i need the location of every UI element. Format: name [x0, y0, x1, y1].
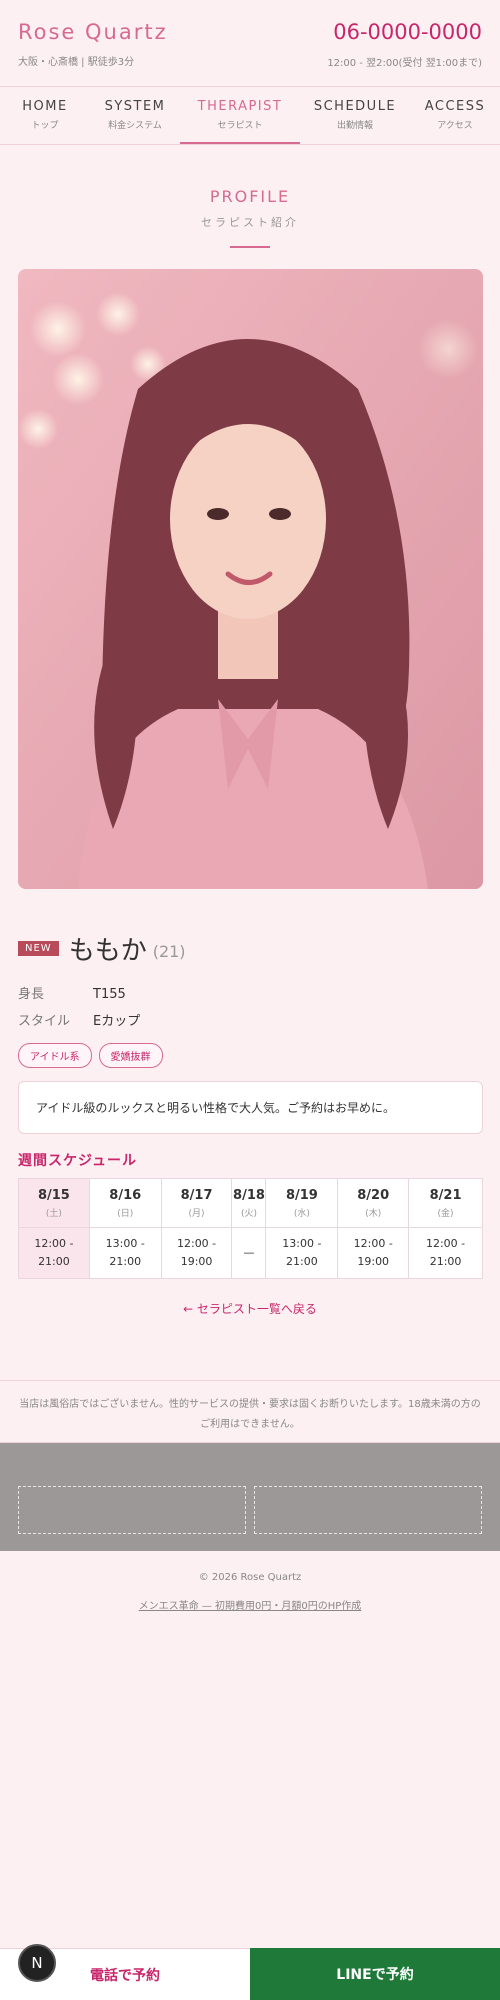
section-title: PROFILE [209, 187, 291, 206]
schedule-day-header: 8/18 (火) [231, 1178, 267, 1228]
schedule-time-cell: 12:00 - 21:00 [18, 1227, 90, 1279]
disclaimer-text: 当店は風俗店ではございません。性的サービスの提供・要求は固くお断りいたします。1… [0, 1380, 500, 1443]
section-header: PROFILE セラピスト紹介 [0, 187, 500, 248]
business-hours: 12:00 - 翌2:00(受付 翌1:00まで) [327, 58, 482, 69]
schedule-day-header: 8/17 (月) [160, 1178, 233, 1228]
schedule-time-cell: 12:00 - 21:00 [408, 1227, 483, 1279]
schedule-date: 8/16 [109, 1187, 142, 1203]
therapist-age: (21) [152, 942, 186, 961]
shift-end: 21:00 [286, 1255, 318, 1268]
copyright: © 2026 Rose Quartz [198, 1572, 302, 1583]
spec-value: Eカップ [93, 1014, 141, 1029]
tag-chip: アイドル系 [18, 1043, 92, 1068]
nav-label: THERAPIST [197, 99, 283, 114]
nav-label: HOME [22, 99, 68, 114]
spec-value: T155 [93, 987, 126, 1002]
schedule-weekday: (金) [437, 1208, 454, 1219]
schedule-header-row: 8/15 (土) 8/16 (日) 8/17 (月) 8/18 (火) 8/19 (水) … [18, 1178, 483, 1228]
tag-list: アイドル系 愛嬌抜群 [18, 1043, 163, 1068]
schedule-day-header: 8/21 (金) [408, 1178, 483, 1228]
profile-name-row: NEW ももか (21) [18, 930, 186, 967]
shift-start: 13:00 - [282, 1237, 322, 1250]
schedule-time-cell: — [231, 1227, 267, 1279]
nav-label: SYSTEM [104, 99, 166, 114]
banner-slot[interactable] [254, 1486, 482, 1534]
portrait-illustration [18, 269, 483, 889]
schedule-table: 8/15 (土) 8/16 (日) 8/17 (月) 8/18 (火) 8/19 (水) … [18, 1178, 483, 1279]
schedule-time-cell: 13:00 - 21:00 [88, 1227, 162, 1279]
banner-area [0, 1443, 500, 1551]
shift-end: 21:00 [109, 1255, 142, 1268]
schedule-time-cell: 12:00 - 19:00 [160, 1227, 233, 1279]
nav-item-home[interactable]: HOME トップ [0, 87, 90, 144]
section-divider [230, 246, 270, 248]
shift-start: 12:00 - [425, 1237, 466, 1250]
section-subtitle: セラピスト紹介 [201, 216, 299, 229]
schedule-date: 8/17 [180, 1187, 213, 1203]
schedule-time-cell: 12:00 - 19:00 [337, 1227, 410, 1279]
nav-sublabel: セラピスト [217, 121, 263, 131]
phone-number[interactable]: 06-0000-0000 [333, 20, 482, 44]
schedule-time-row: 12:00 - 21:00 13:00 - 21:00 12:00 - 19:00 —… [18, 1227, 483, 1279]
schedule-title: 週間スケジュール [18, 1153, 138, 1169]
credit-link[interactable]: メンエス革命 — 初期費用0円・月額0円のHP作成 [0, 1597, 500, 1612]
shift-end: 19:00 [357, 1255, 390, 1268]
schedule-date: 8/18 [233, 1187, 265, 1203]
schedule-day-header: 8/15 (土) [18, 1178, 90, 1228]
schedule-day-header: 8/20 (木) [337, 1178, 410, 1228]
shift-start: 12:00 - [34, 1237, 74, 1250]
nav-label: ACCESS [424, 99, 486, 114]
nav-sublabel: アクセス [437, 121, 473, 131]
spec-row-height: 身長 T155 [18, 983, 126, 1002]
schedule-day-header: 8/16 (日) [88, 1178, 162, 1228]
schedule-weekday: (木) [365, 1208, 382, 1219]
bottom-cta-bar: 電話で予約 LINEで予約 [0, 1948, 500, 2000]
line-reserve-button[interactable]: LINEで予約 [250, 1948, 500, 2000]
shift-start: 12:00 - [353, 1237, 393, 1250]
schedule-time-cell: 13:00 - 21:00 [265, 1227, 339, 1279]
main-nav: HOME トップ SYSTEM 料金システム THERAPIST セラピスト S… [0, 86, 500, 145]
banner-slot[interactable] [18, 1486, 246, 1534]
nav-sublabel: トップ [31, 121, 59, 131]
schedule-weekday: (火) [240, 1208, 257, 1219]
tag-chip: 愛嬌抜群 [98, 1043, 163, 1068]
nav-item-access[interactable]: ACCESS アクセス [410, 87, 500, 144]
back-to-list-link[interactable]: ← セラピスト一覧へ戻る [0, 1300, 500, 1317]
spec-label: 身長 [18, 987, 45, 1002]
nav-item-therapist[interactable]: THERAPIST セラピスト [180, 87, 300, 144]
nav-label: SCHEDULE [313, 99, 397, 114]
schedule-date: 8/20 [357, 1187, 390, 1203]
nav-item-schedule[interactable]: SCHEDULE 出勤情報 [300, 87, 410, 144]
shift-off: — [243, 1246, 255, 1259]
schedule-weekday: (月) [188, 1208, 205, 1219]
shift-end: 21:00 [38, 1255, 70, 1268]
schedule-weekday: (土) [45, 1208, 62, 1219]
schedule-date: 8/19 [285, 1187, 318, 1203]
shift-end: 21:00 [429, 1255, 462, 1268]
schedule-date: 8/21 [429, 1187, 462, 1203]
therapist-photo [18, 269, 483, 889]
therapist-name: ももか [68, 936, 147, 966]
schedule-day-header: 8/19 (水) [265, 1178, 339, 1228]
schedule-date: 8/15 [37, 1187, 70, 1203]
nav-sublabel: 料金システム [108, 121, 162, 131]
site-header: Rose Quartz 大阪・心斎橋 | 駅徒歩3分 06-0000-0000 … [0, 0, 500, 86]
n-badge-icon[interactable]: N [18, 1944, 56, 1982]
schedule-weekday: (日) [117, 1208, 134, 1219]
schedule-weekday: (水) [293, 1208, 310, 1219]
shift-start: 12:00 - [176, 1237, 217, 1250]
shift-start: 13:00 - [105, 1237, 145, 1250]
therapist-comment: アイドル級のルックスと明るい性格で大人気。ご予約はお早めに。 [18, 1081, 483, 1134]
shift-end: 19:00 [180, 1255, 213, 1268]
spec-label: スタイル [18, 1014, 71, 1029]
new-badge: NEW [18, 941, 59, 956]
spec-row-style: スタイル Eカップ [18, 1010, 140, 1029]
nav-sublabel: 出勤情報 [336, 121, 373, 131]
nav-item-system[interactable]: SYSTEM 料金システム [90, 87, 180, 144]
